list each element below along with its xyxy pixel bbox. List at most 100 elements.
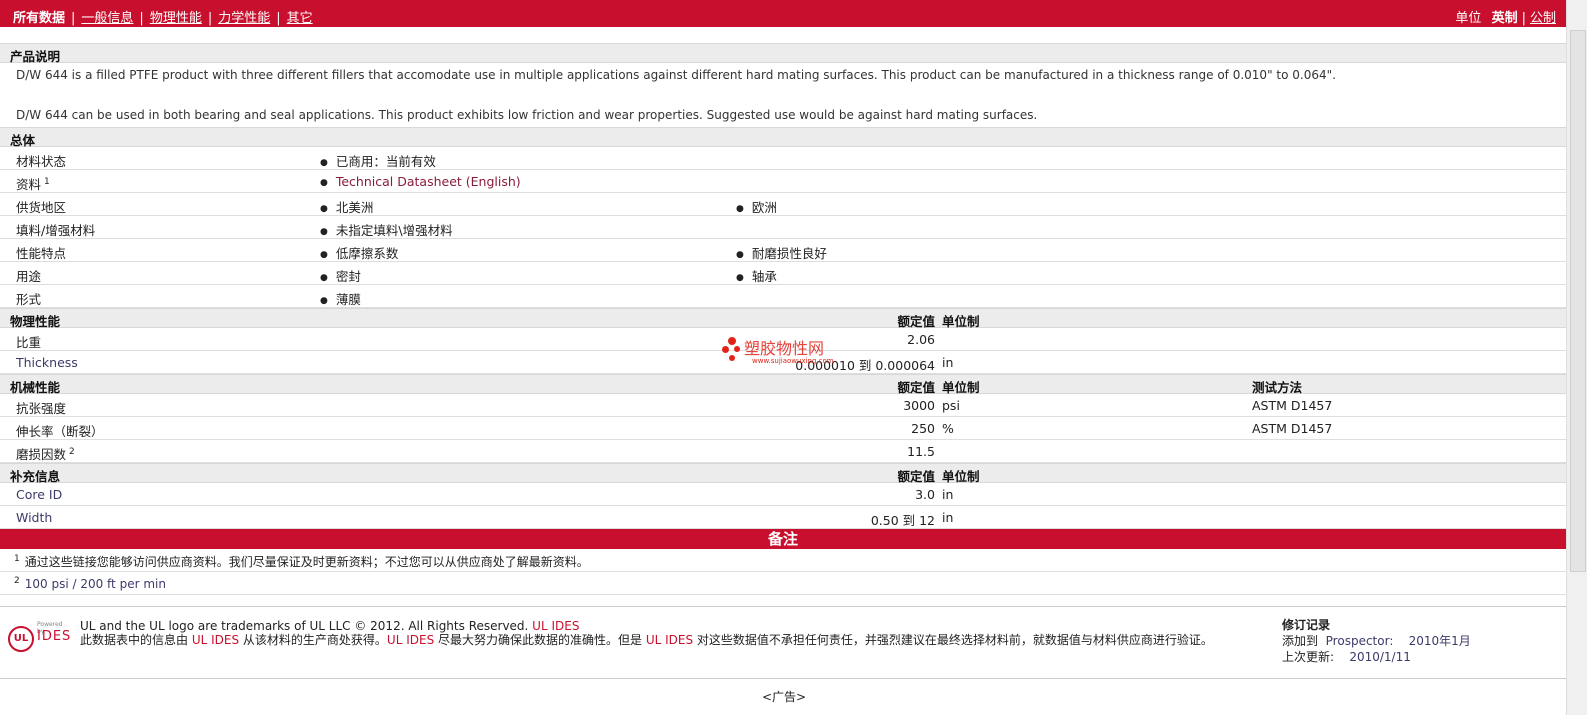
note-text: 100 psi / 200 ft per min <box>24 577 166 591</box>
property-name-text: 伸长率（断裂） <box>16 424 104 439</box>
row-value-2: ● 欧洲 <box>736 197 777 216</box>
table-row: 填料/增强材料 ● 未指定填料\增强材料 <box>0 216 1566 239</box>
vertical-scrollbar[interactable] <box>1566 0 1587 715</box>
section-header-description: 产品说明 <box>0 43 1566 64</box>
description-para-1: D/W 644 is a filled PTFE product with th… <box>16 68 1336 82</box>
section-header-mechanical: 机械性能 额定值 单位制 测试方法 <box>0 374 1566 395</box>
bullet-icon: ● <box>736 273 744 283</box>
row-label-text: 供货地区 <box>16 200 67 215</box>
footer: UL Powered by IDES UL and the UL logo ar… <box>0 606 1566 677</box>
row-label-text: 性能特点 <box>16 246 67 261</box>
property-unit: in <box>942 510 954 525</box>
datasheet-link[interactable]: Technical Datasheet (English) <box>336 174 521 189</box>
notes-list: 1 通过这些链接您能够访问供应商资料。我们尽量保证及时更新资料；不过您可以从供应商… <box>0 549 1566 609</box>
note-item: 2 100 psi / 200 ft per min <box>0 572 1566 595</box>
property-name-text: 抗张强度 <box>16 401 67 416</box>
property-name-text: 磨损因数 <box>16 447 67 462</box>
bullet-icon: ● <box>320 158 328 168</box>
row-value-1: ● 已商用：当前有效 <box>320 151 436 170</box>
supplemental-table: Core ID 3.0 in Width 0.50 到 12 in <box>0 483 1566 529</box>
row-value-1: ● Technical Datasheet (English) <box>320 174 521 189</box>
test-method: ASTM D1457 <box>1252 421 1333 436</box>
row-value-1: ● 北美洲 <box>320 197 373 216</box>
watermark-text: 塑胶物性网 <box>744 339 825 358</box>
table-row: 供货地区 ● 北美洲 ● 欧洲 <box>0 193 1566 216</box>
property-name: Core ID <box>16 487 62 502</box>
revision-history: 修订记录 添加到 Prospector: 2010年1月 上次更新: 2010/… <box>1282 618 1471 664</box>
property-unit: in <box>942 355 954 370</box>
row-value-text: 未指定填料\增强材料 <box>335 223 453 238</box>
ad-label: <广告> <box>762 690 807 704</box>
table-row: 形式 ● 薄膜 <box>0 285 1566 308</box>
row-label-text: 资料 <box>16 177 42 192</box>
note-content: 1 通过这些链接您能够访问供应商资料。我们尽量保证及时更新资料；不过您可以从供应商… <box>14 553 589 570</box>
table-row: 性能特点 ● 低摩擦系数 ● 耐磨损性良好 <box>0 239 1566 262</box>
table-row: 抗张强度 3000 psi ASTM D1457 <box>0 394 1566 417</box>
row-label-text: 填料/增强材料 <box>16 223 96 238</box>
row-value-text: 低摩擦系数 <box>335 246 399 261</box>
footnote-ref[interactable]: 2 <box>69 447 75 457</box>
row-value-1: ● 低摩擦系数 <box>320 243 398 262</box>
bullet-icon: ● <box>320 227 328 237</box>
row-label: 性能特点 <box>16 243 66 262</box>
row-value-text: 北美洲 <box>335 200 374 215</box>
nav-general-info[interactable]: 一般信息 <box>81 11 133 26</box>
nav-all-data[interactable]: 所有数据 <box>13 11 65 26</box>
footer-disclaimer: UL and the UL logo are trademarks of UL … <box>80 619 1213 647</box>
unit-metric[interactable]: 公制 <box>1530 11 1556 26</box>
row-value-1: ● 密封 <box>320 266 361 285</box>
property-name: Width <box>16 510 52 525</box>
row-value-1: ● 未指定填料\增强材料 <box>320 220 453 239</box>
description-para-2: D/W 644 can be used in both bearing and … <box>16 108 1038 122</box>
bullet-icon: ● <box>320 296 328 306</box>
general-table: 材料状态 ● 已商用：当前有效资料 1 ● Technical Datasheet (En… <box>0 147 1566 308</box>
row-label: 材料状态 <box>16 151 66 170</box>
section-header-supplemental: 补充信息 额定值 单位制 <box>0 463 1566 484</box>
property-value: 2.06 <box>907 332 935 347</box>
scrollbar-thumb[interactable] <box>1570 30 1586 572</box>
table-row: 磨损因数 2 11.5 <box>0 440 1566 463</box>
property-unit: in <box>942 487 954 502</box>
note-number: 2 <box>14 576 20 586</box>
row-label-text: 形式 <box>16 292 42 307</box>
property-name: Thickness <box>16 355 78 370</box>
table-row: 资料 1 ● Technical Datasheet (English) <box>0 170 1566 193</box>
unit-switch: 单位 英制 | 公制 <box>1455 11 1556 26</box>
table-row: Width 0.50 到 12 in <box>0 506 1566 529</box>
notes-header: 备注 <box>0 529 1566 549</box>
row-value-2: ● 耐磨损性良好 <box>736 243 827 262</box>
product-description: D/W 644 is a filled PTFE product with th… <box>0 63 1566 127</box>
ul-ides-logo[interactable]: UL Powered by IDES <box>8 621 70 652</box>
section-header-general: 总体 <box>0 127 1566 148</box>
ad-area: <广告> <box>0 678 1566 716</box>
top-nav-bar: 所有数据 | 一般信息 | 物理性能 | 力学性能 | 其它 单位 英制 | 公制 <box>0 0 1566 27</box>
row-value-text: 薄膜 <box>335 292 361 307</box>
nav-other[interactable]: 其它 <box>287 11 313 26</box>
table-row: 材料状态 ● 已商用：当前有效 <box>0 147 1566 170</box>
section-nav: 所有数据 | 一般信息 | 物理性能 | 力学性能 | 其它 <box>13 11 313 26</box>
footnote-ref[interactable]: 1 <box>44 177 50 187</box>
property-value: 0.50 到 12 <box>870 513 935 528</box>
property-value: 11.5 <box>907 444 935 459</box>
row-label-text: 用途 <box>16 269 42 284</box>
nav-mechanical[interactable]: 力学性能 <box>218 11 270 26</box>
ul-ides-link[interactable]: UL IDES <box>532 619 579 633</box>
bullet-icon: ● <box>736 204 744 214</box>
property-value: 250 <box>911 421 935 436</box>
row-value-text: 轴承 <box>751 269 777 284</box>
row-label: 资料 1 <box>16 174 50 193</box>
note-text: 通过这些链接您能够访问供应商资料。我们尽量保证及时更新资料；不过您可以从供应商处… <box>24 555 589 569</box>
property-name-text: 比重 <box>16 335 42 350</box>
property-name-text: Core ID <box>16 487 63 502</box>
mechanical-table: 抗张强度 3000 psi ASTM D1457 伸长率（断裂） 250% ASTM D14… <box>0 394 1566 463</box>
bullet-icon: ● <box>320 250 328 260</box>
unit-imperial[interactable]: 英制 <box>1492 11 1518 26</box>
nav-physical[interactable]: 物理性能 <box>150 11 202 26</box>
table-row: 伸长率（断裂） 250% ASTM D1457 <box>0 417 1566 440</box>
row-value-text: 密封 <box>335 269 361 284</box>
property-unit: % <box>942 421 954 436</box>
bullet-icon: ● <box>736 250 744 260</box>
row-value-text: 耐磨损性良好 <box>751 246 827 261</box>
watermark-url: www.sujiaowuxing.com <box>752 357 834 365</box>
bullet-icon: ● <box>320 178 328 188</box>
